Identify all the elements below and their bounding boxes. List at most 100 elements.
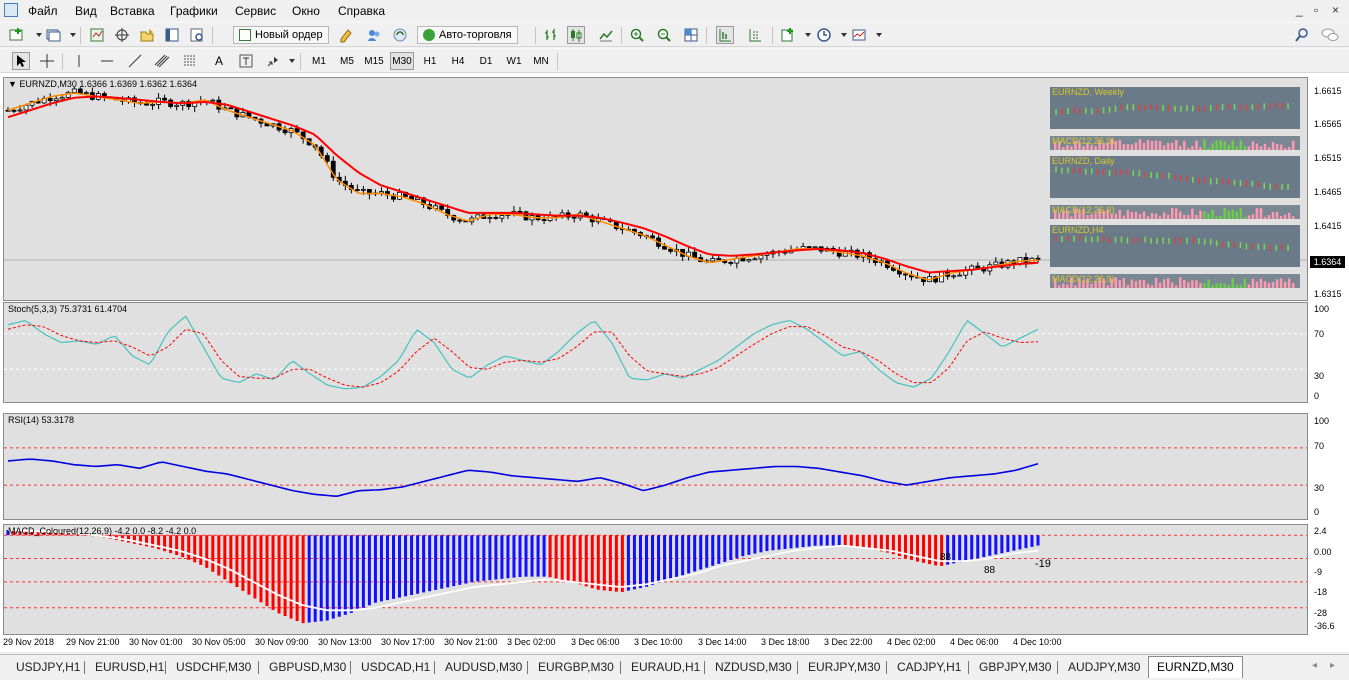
time-label: 29 Nov 21:00 xyxy=(66,637,120,647)
tab-gbpjpy-m30[interactable]: GBPJPY,M30 xyxy=(971,658,1059,676)
timeframe-d1[interactable]: D1 xyxy=(474,52,498,70)
search-icon[interactable] xyxy=(1293,26,1311,44)
tab-usdcad-h1[interactable]: USDCAD,H1 xyxy=(353,658,438,676)
menu-tools[interactable]: Сервис xyxy=(235,4,276,18)
bar-chart-icon[interactable] xyxy=(542,26,560,44)
candle-body xyxy=(541,219,547,221)
timeframe-h1[interactable]: H1 xyxy=(418,52,442,70)
tab-eurnzd-m30[interactable]: EURNZD,M30 xyxy=(1148,656,1243,678)
channel-icon[interactable] xyxy=(153,52,171,70)
text-label-icon[interactable] xyxy=(237,52,255,70)
new-chart-icon[interactable] xyxy=(8,26,26,44)
navigator-icon[interactable] xyxy=(138,26,156,44)
templates-icon[interactable] xyxy=(850,26,868,44)
dropdown-arrow-icon-6[interactable] xyxy=(283,52,301,70)
chart-shift-icon[interactable] xyxy=(746,26,764,44)
app-icon[interactable] xyxy=(4,3,18,17)
price-pane[interactable]: ▼ EURNZD,M30 1.6366 1.6369 1.6362 1.6364… xyxy=(3,77,1308,301)
close-button[interactable]: × xyxy=(1332,3,1339,17)
rsi-pane[interactable]: RSI(14) 53.3178 xyxy=(3,413,1308,520)
zoom-out-icon[interactable] xyxy=(655,26,673,44)
tab-eurusd-h1[interactable]: EURUSD,H1 xyxy=(87,658,172,676)
menu-insert[interactable]: Вставка xyxy=(110,4,155,18)
market-watch-icon[interactable] xyxy=(88,26,106,44)
menu-help[interactable]: Справка xyxy=(338,4,385,18)
candle-body xyxy=(758,254,764,260)
tab-usdchf-m30[interactable]: USDCHF,M30 xyxy=(168,658,259,676)
mtf-macd-bar xyxy=(1183,279,1186,288)
mtf-macd-bar xyxy=(1271,142,1275,150)
indicators-icon[interactable] xyxy=(779,26,797,44)
vertical-line-icon[interactable] xyxy=(70,52,88,70)
tile-windows-icon[interactable] xyxy=(682,26,700,44)
timeframe-m30[interactable]: M30 xyxy=(390,52,414,70)
minimize-button[interactable]: _ xyxy=(1296,3,1303,17)
timeframe-m5[interactable]: M5 xyxy=(335,52,359,70)
tab-euraud-h1[interactable]: EURAUD,H1 xyxy=(623,658,708,676)
chart-window[interactable]: ▼ EURNZD,M30 1.6366 1.6369 1.6362 1.6364… xyxy=(0,73,1349,652)
crosshair-move-icon[interactable] xyxy=(113,26,131,44)
timeframe-mn[interactable]: MN xyxy=(529,52,553,70)
stochastic-pane[interactable]: Stoch(5,3,3) 75.3731 61.4704 xyxy=(3,302,1308,403)
strategy-tester-icon[interactable] xyxy=(188,26,206,44)
candle-body xyxy=(951,275,957,278)
restore-button[interactable]: ▫ xyxy=(1314,3,1318,17)
vps-icon[interactable] xyxy=(391,26,409,44)
tab-audjpy-m30[interactable]: AUDJPY,M30 xyxy=(1060,658,1148,676)
price-pane-title: ▼ EURNZD,M30 1.6366 1.6369 1.6362 1.6364 xyxy=(8,79,198,89)
metaeditor-icon[interactable] xyxy=(337,26,355,44)
tab-usdjpy-h1[interactable]: USDJPY,H1 xyxy=(8,658,88,676)
tab-scroll-left-icon[interactable]: ◂ xyxy=(1312,660,1317,671)
macd-bar xyxy=(343,535,347,615)
macd-bar xyxy=(271,535,275,610)
timeframe-m1[interactable]: M1 xyxy=(307,52,331,70)
dropdown-arrow-icon-5[interactable] xyxy=(870,26,888,44)
macd-bar xyxy=(524,535,528,577)
timeframe-w1[interactable]: W1 xyxy=(502,52,526,70)
signals-icon[interactable] xyxy=(365,26,383,44)
menu-view[interactable]: Вид xyxy=(75,4,97,18)
tab-eurjpy-m30[interactable]: EURJPY,M30 xyxy=(800,658,888,676)
new-order-button[interactable]: Новый ордер xyxy=(233,26,329,44)
mtf-macd-bar xyxy=(1162,279,1166,288)
arrows-icon[interactable] xyxy=(264,52,282,70)
tab-eurgbp-m30[interactable]: EURGBP,M30 xyxy=(530,658,622,676)
timeframe-h4[interactable]: H4 xyxy=(446,52,470,70)
macd-pane[interactable]: MACD_Coloured(12,26,9) -4.2 0.0 -8.2 -4.… xyxy=(3,524,1308,635)
chat-icon[interactable] xyxy=(1321,26,1339,44)
profiles-icon[interactable] xyxy=(44,26,62,44)
zoom-in-icon[interactable] xyxy=(628,26,646,44)
tab-audusd-m30[interactable]: AUDUSD,M30 xyxy=(437,658,530,676)
tab-nzdusd-m30[interactable]: NZDUSD,M30 xyxy=(707,658,800,676)
macd-bar xyxy=(422,535,426,593)
mtf-macd-bar xyxy=(1279,278,1283,288)
tab-cadjpy-h1[interactable]: CADJPY,H1 xyxy=(889,658,969,676)
auto-scroll-icon[interactable] xyxy=(716,26,734,44)
menu-file[interactable]: Файл xyxy=(28,4,58,18)
trendline-icon[interactable] xyxy=(126,52,144,70)
line-chart-icon[interactable] xyxy=(597,26,615,44)
macd-bar xyxy=(548,535,552,578)
menu-charts[interactable]: Графики xyxy=(170,4,218,18)
mtf-macd-bar xyxy=(1231,209,1234,219)
macd-bar xyxy=(994,535,998,555)
tab-scroll-right-icon[interactable]: ▸ xyxy=(1330,660,1335,671)
tab-gbpusd-m30[interactable]: GBPUSD,M30 xyxy=(261,658,354,676)
macd-bar xyxy=(211,535,215,572)
macd-bar xyxy=(813,535,817,546)
mtf-macd-bar xyxy=(1283,214,1287,219)
timeframe-m15[interactable]: M15 xyxy=(362,52,386,70)
auto-trading-button[interactable]: Авто-торговля xyxy=(417,26,518,44)
mtf-macd-bar xyxy=(1203,211,1206,219)
candlestick-chart-icon[interactable] xyxy=(567,26,585,44)
fibonacci-icon[interactable] xyxy=(181,52,199,70)
menu-window[interactable]: Окно xyxy=(292,4,320,18)
terminal-icon[interactable] xyxy=(163,26,181,44)
cursor-icon[interactable] xyxy=(12,52,30,70)
macd-bar xyxy=(819,535,823,546)
crosshair-icon[interactable] xyxy=(38,52,56,70)
horizontal-line-icon[interactable] xyxy=(98,52,116,70)
periods-icon[interactable] xyxy=(815,26,833,44)
text-tool[interactable]: A xyxy=(210,52,228,70)
macd-bar xyxy=(464,535,468,584)
